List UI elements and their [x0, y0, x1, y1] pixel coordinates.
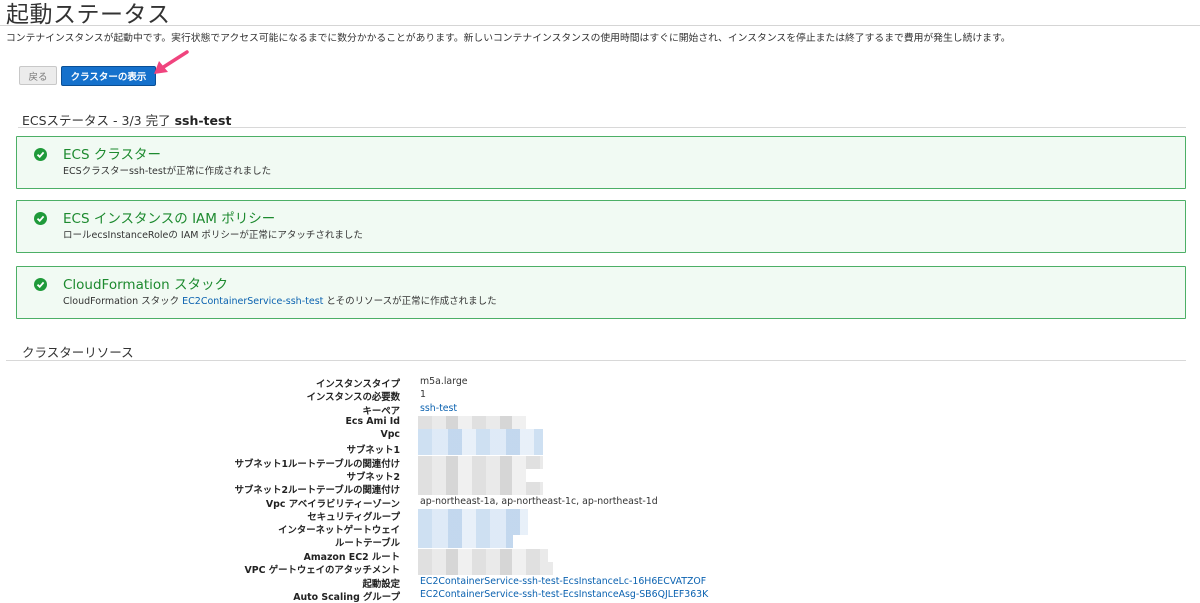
resource-label: Vpc	[380, 429, 400, 440]
redacted-value	[418, 522, 528, 535]
card-description: ロールecsInstanceRoleの IAM ポリシーが正常にアタッチされまし…	[63, 230, 363, 241]
resource-label: Vpc アベイラビリティーゾーン	[265, 499, 400, 510]
redacted-value	[418, 562, 553, 575]
status-card-cluster: ECS クラスター ECSクラスターssh-testが正常に作成されました	[16, 136, 1186, 189]
card-title: ECS クラスター	[63, 147, 162, 163]
resource-value: m5a.large	[420, 376, 468, 387]
resource-label: キーペア	[362, 406, 400, 417]
resource-label: サブネット2ルートテーブルの関連付け	[234, 485, 400, 496]
resource-label: インスタンスの必要数	[306, 392, 400, 403]
launch-config-link[interactable]: EC2ContainerService-ssh-test-EcsInstance…	[420, 576, 706, 587]
cloudformation-stack-link[interactable]: EC2ContainerService-ssh-test	[182, 296, 323, 307]
section-divider	[18, 127, 1186, 128]
section-divider	[6, 360, 1186, 361]
check-circle-icon	[34, 278, 47, 291]
resource-label: インスタンスタイプ	[315, 379, 400, 390]
resource-label: 起動設定	[362, 579, 400, 590]
resource-label: Ecs Ami Id	[345, 416, 400, 427]
key-pair-link[interactable]: ssh-test	[420, 403, 457, 414]
resource-label: インターネットゲートウェイ	[278, 525, 400, 536]
auto-scaling-group-link[interactable]: EC2ContainerService-ssh-test-EcsInstance…	[420, 589, 708, 600]
status-card-iam-policy: ECS インスタンスの IAM ポリシー ロールecsInstanceRoleの…	[16, 200, 1186, 253]
resource-value: 1	[420, 389, 426, 400]
resource-label: Amazon EC2 ルート	[303, 552, 400, 563]
resource-label: サブネット1ルートテーブルの関連付け	[234, 459, 400, 470]
redacted-value	[418, 429, 543, 442]
check-circle-icon	[34, 148, 47, 161]
redacted-value	[418, 416, 526, 429]
redacted-value	[418, 482, 543, 495]
redacted-value	[418, 509, 528, 522]
annotation-arrow-icon	[154, 50, 189, 74]
redacted-value	[418, 535, 513, 548]
card-description-prefix: CloudFormation スタック	[63, 296, 183, 307]
status-card-cloudformation: CloudFormation スタック CloudFormation スタック …	[16, 266, 1186, 319]
back-button[interactable]: 戻る	[19, 66, 57, 85]
cluster-name: ssh-test	[174, 113, 232, 128]
card-title: ECS インスタンスの IAM ポリシー	[63, 211, 276, 227]
card-description: CloudFormation スタック EC2ContainerService-…	[63, 293, 497, 307]
redacted-value	[418, 442, 543, 455]
resource-label: ルートテーブル	[334, 538, 400, 549]
card-title: CloudFormation スタック	[63, 277, 228, 293]
redacted-value	[418, 456, 543, 469]
resource-label: Auto Scaling グループ	[293, 592, 400, 603]
check-circle-icon	[34, 212, 47, 225]
resource-label: サブネット2	[346, 472, 400, 483]
resource-label: VPC ゲートウェイのアタッチメント	[244, 565, 400, 576]
resource-label: セキュリティグループ	[307, 512, 400, 523]
card-description-suffix: とそのリソースが正常に作成されました	[323, 296, 497, 307]
redacted-value	[418, 549, 548, 562]
redacted-value	[418, 469, 526, 482]
ecs-status-label: ECSステータス - 3/3 完了	[22, 113, 171, 128]
intro-text: コンテナインスタンスが起動中です。実行状態でアクセス可能になるまでに数分かかるこ…	[6, 33, 1011, 44]
title-divider	[0, 25, 1200, 26]
card-description: ECSクラスターssh-testが正常に作成されました	[63, 166, 272, 177]
cluster-resources-heading: クラスターリソース	[22, 345, 134, 360]
view-cluster-button[interactable]: クラスターの表示	[61, 66, 156, 86]
resource-label: サブネット1	[346, 445, 400, 456]
resource-value: ap-northeast-1a, ap-northeast-1c, ap-nor…	[420, 496, 658, 507]
